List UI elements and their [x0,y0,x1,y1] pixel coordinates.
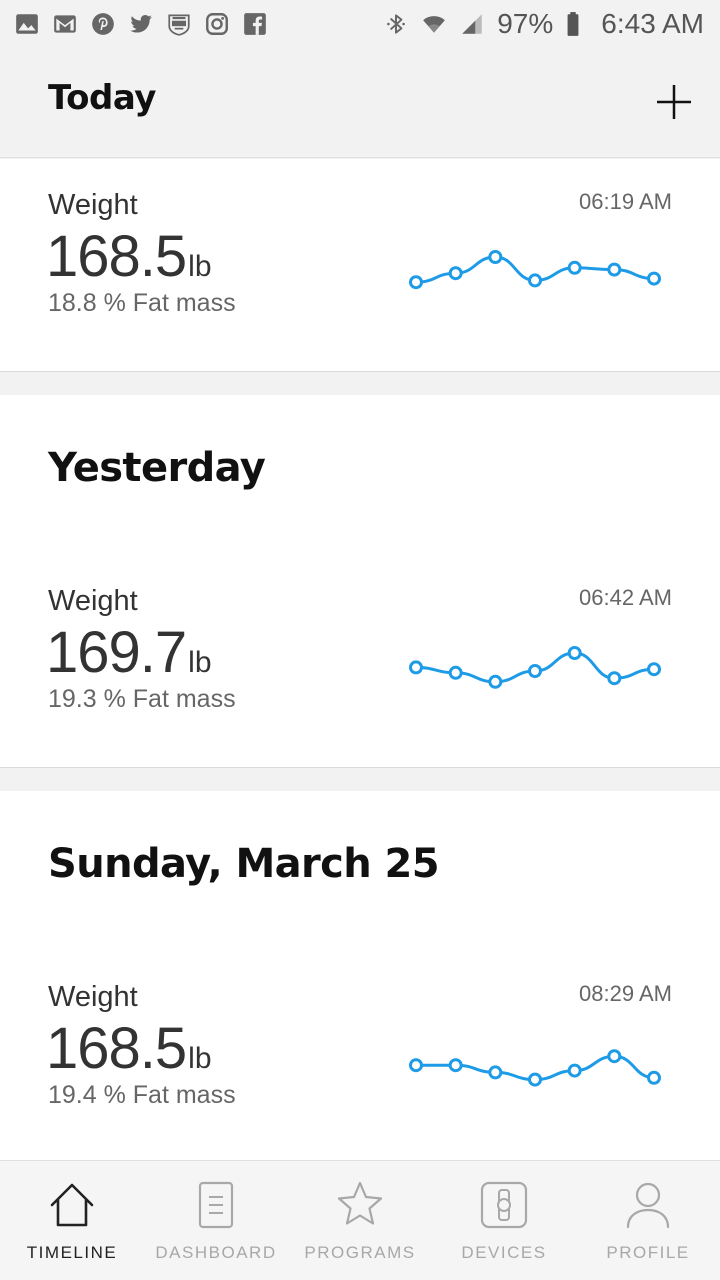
page-title: Today [48,78,156,118]
fat-mass: 18.8 % Fat mass [48,289,236,317]
fat-mass: 19.4 % Fat mass [48,1081,236,1109]
timeline-section-today: Weight 168.5lb 18.8 % Fat mass 06:19 AM [0,159,720,372]
nav-label: PROGRAMS [304,1243,416,1262]
sparkline-point [528,1072,542,1087]
entry-time: 06:42 AM [579,585,672,610]
nav-label: TIMELINE [26,1243,118,1262]
nav-devices[interactable]: DEVICES [432,1161,576,1280]
sparkline-point [647,1070,661,1085]
weight-trend-sparkline [409,250,661,290]
sparkline-point [528,273,542,288]
notification-icons [14,11,268,37]
weight-value: 168.5lb [46,1015,212,1082]
nav-profile[interactable]: PROFILE [576,1161,720,1280]
weight-unit: lb [188,250,212,283]
section-title: Yesterday [48,445,266,491]
star-icon [334,1179,386,1231]
entry-label: Weight [48,585,138,617]
nav-label: DEVICES [461,1243,547,1262]
sparkline-point [488,674,503,689]
pinterest-icon [90,11,116,37]
crossfit-games-icon [166,11,192,37]
system-status: 97% 6:43 AM [383,8,704,40]
weight-entry[interactable]: Weight 168.5lb 18.8 % Fat mass 06:19 AM [0,189,720,339]
instagram-icon [204,11,230,37]
clock: 6:43 AM [601,8,704,39]
sparkline-point [607,1049,622,1064]
gmail-icon [52,11,78,37]
status-bar: 97% 6:43 AM [0,0,720,48]
nav-dashboard[interactable]: DASHBOARD [144,1161,288,1280]
sparkline-point [567,646,582,660]
sparkline-point [409,1058,423,1073]
wifi-icon [421,11,447,37]
bottom-navigation: TIMELINE DASHBOARD PROGRAMS DEVICES PROF… [0,1160,720,1280]
weight-number: 169.7 [46,620,187,685]
weight-value: 169.7lb [46,619,212,686]
nav-label: PROFILE [606,1243,690,1262]
timeline-section-yesterday: Yesterday Weight 169.7lb 19.3 % Fat mass… [0,395,720,768]
weight-trend-sparkline [409,1049,661,1087]
weight-entry[interactable]: Weight 169.7lb 19.3 % Fat mass 06:42 AM [0,585,720,735]
sparkline-point [647,662,661,677]
facebook-icon [242,11,268,37]
sparkline-point [488,1065,503,1080]
sparkline-point [448,266,463,281]
twitter-icon [128,11,154,37]
sparkline-point [488,250,503,264]
sparkline-point [409,660,423,675]
bluetooth-icon [383,11,409,37]
fat-mass: 19.3 % Fat mass [48,685,236,713]
sparkline-point [448,665,463,680]
app-header: Today [0,48,720,158]
weight-trend-sparkline [409,646,661,689]
plus-icon [657,85,691,119]
watch-icon [478,1179,530,1231]
entry-time: 06:19 AM [579,189,672,214]
sparkline-point [409,275,423,290]
section-title: Sunday, March 25 [48,841,440,887]
weight-entry[interactable]: Weight 168.5lb 19.4 % Fat mass 08:29 AM [0,981,720,1131]
sparkline-point [647,271,661,286]
weight-number: 168.5 [46,1016,187,1081]
entry-time: 08:29 AM [579,981,672,1006]
sparkline-point [607,671,622,686]
entry-label: Weight [48,189,138,221]
signal-icon [459,11,485,37]
timeline-section-march-25: Sunday, March 25 Weight 168.5lb 19.4 % F… [0,791,720,1160]
entry-label: Weight [48,981,138,1013]
sparkline-point [528,664,542,678]
weight-number: 168.5 [46,224,187,289]
nav-timeline[interactable]: TIMELINE [0,1161,144,1280]
home-icon [46,1179,98,1231]
add-button[interactable] [650,78,698,126]
nav-programs[interactable]: PROGRAMS [288,1161,432,1280]
nav-label: DASHBOARD [155,1243,277,1262]
sparkline-point [567,260,582,275]
weight-unit: lb [188,646,212,679]
battery-icon [565,11,581,37]
battery-percent: 97% [497,8,554,39]
sparkline-point [448,1058,463,1073]
gallery-icon [14,11,40,37]
document-icon [190,1179,242,1231]
sparkline-point [567,1063,582,1078]
person-icon [622,1179,674,1231]
weight-unit: lb [188,1042,212,1075]
weight-value: 168.5lb [46,223,212,290]
sparkline-point [607,262,622,277]
